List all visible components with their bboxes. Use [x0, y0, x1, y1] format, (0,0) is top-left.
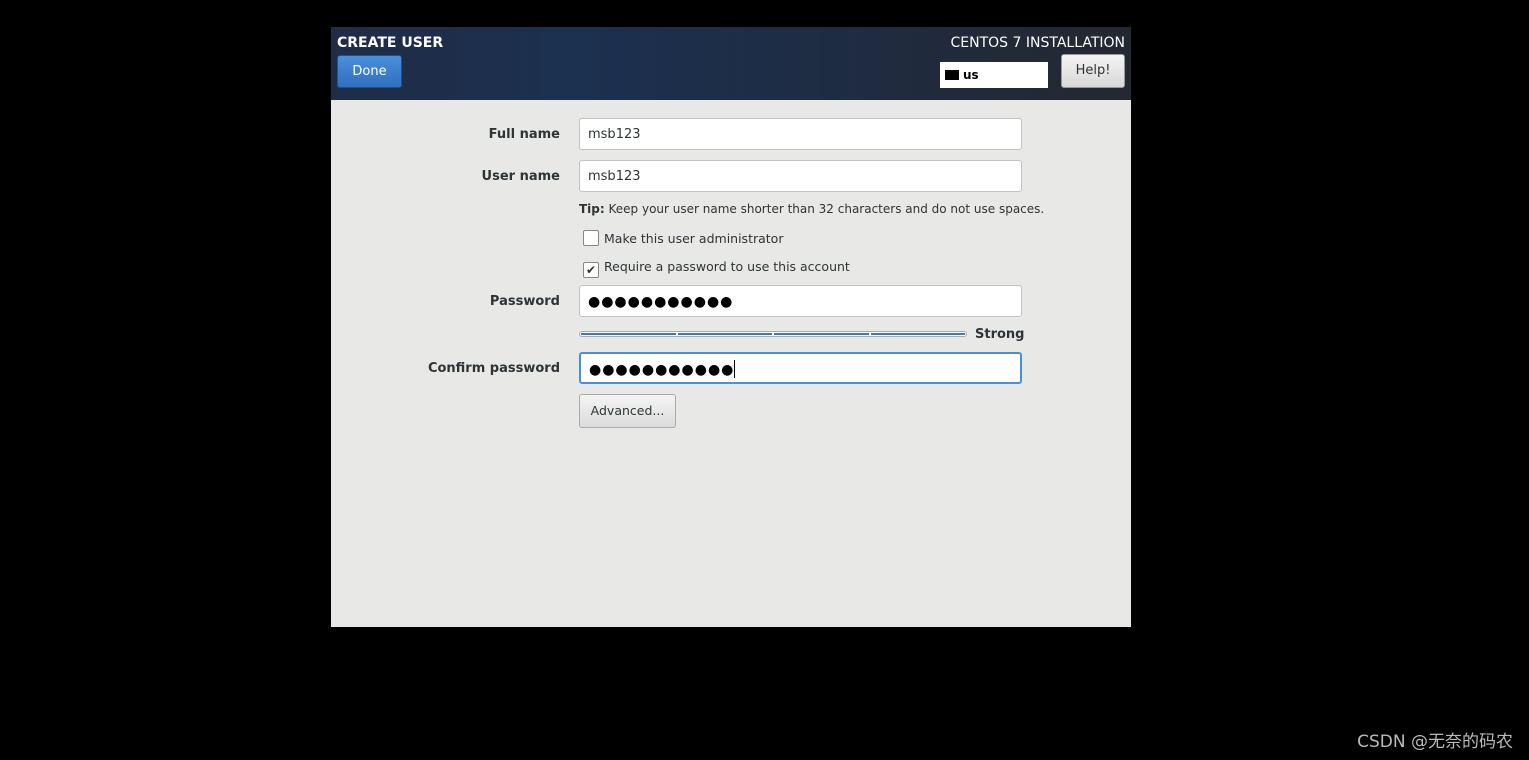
help-button[interactable]: Help!: [1061, 54, 1125, 88]
keyboard-layout: us: [963, 68, 979, 82]
admin-checkbox[interactable]: Make this user administrator: [583, 230, 783, 246]
password-value: ●●●●●●●●●●●: [588, 294, 734, 310]
tip-text: Keep your user name shorter than 32 char…: [604, 202, 1045, 216]
confirm-password-value: ●●●●●●●●●●●: [589, 362, 735, 378]
text-caret: [734, 360, 736, 378]
keyboard-icon: [945, 70, 959, 80]
advanced-button[interactable]: Advanced...: [579, 394, 676, 428]
password-input[interactable]: ●●●●●●●●●●●: [579, 285, 1022, 317]
full-name-label: Full name: [488, 127, 560, 142]
require-password-checkbox[interactable]: ✔ Require a password to use this account: [583, 259, 850, 278]
admin-checkbox-label: Make this user administrator: [604, 231, 784, 246]
header-bar: CREATE USER CENTOS 7 INSTALLATION Done u…: [331, 27, 1131, 100]
password-strength-label: Strong: [975, 327, 1025, 342]
keyboard-layout-indicator[interactable]: us: [940, 62, 1048, 88]
page-title: CREATE USER: [337, 35, 444, 51]
password-label: Password: [489, 294, 560, 309]
full-name-input[interactable]: msb123: [579, 118, 1022, 150]
create-user-window: CREATE USER CENTOS 7 INSTALLATION Done u…: [331, 27, 1131, 627]
product-title: CENTOS 7 INSTALLATION: [950, 35, 1125, 51]
user-name-input[interactable]: msb123: [579, 160, 1022, 192]
tip-label: Tip:: [579, 202, 605, 216]
username-tip: Tip: Keep your user name shorter than 32…: [579, 202, 1044, 216]
checkmark-icon[interactable]: ✔: [583, 262, 599, 278]
watermark: CSDN @无奈的码农: [1357, 732, 1513, 752]
checkbox-unchecked[interactable]: [583, 230, 599, 246]
done-button[interactable]: Done: [337, 55, 402, 88]
confirm-password-input[interactable]: ●●●●●●●●●●●: [579, 352, 1022, 384]
password-strength-meter: [579, 331, 967, 337]
confirm-password-label: Confirm password: [427, 361, 560, 376]
require-password-label: Require a password to use this account: [604, 259, 850, 274]
user-name-label: User name: [481, 169, 560, 184]
